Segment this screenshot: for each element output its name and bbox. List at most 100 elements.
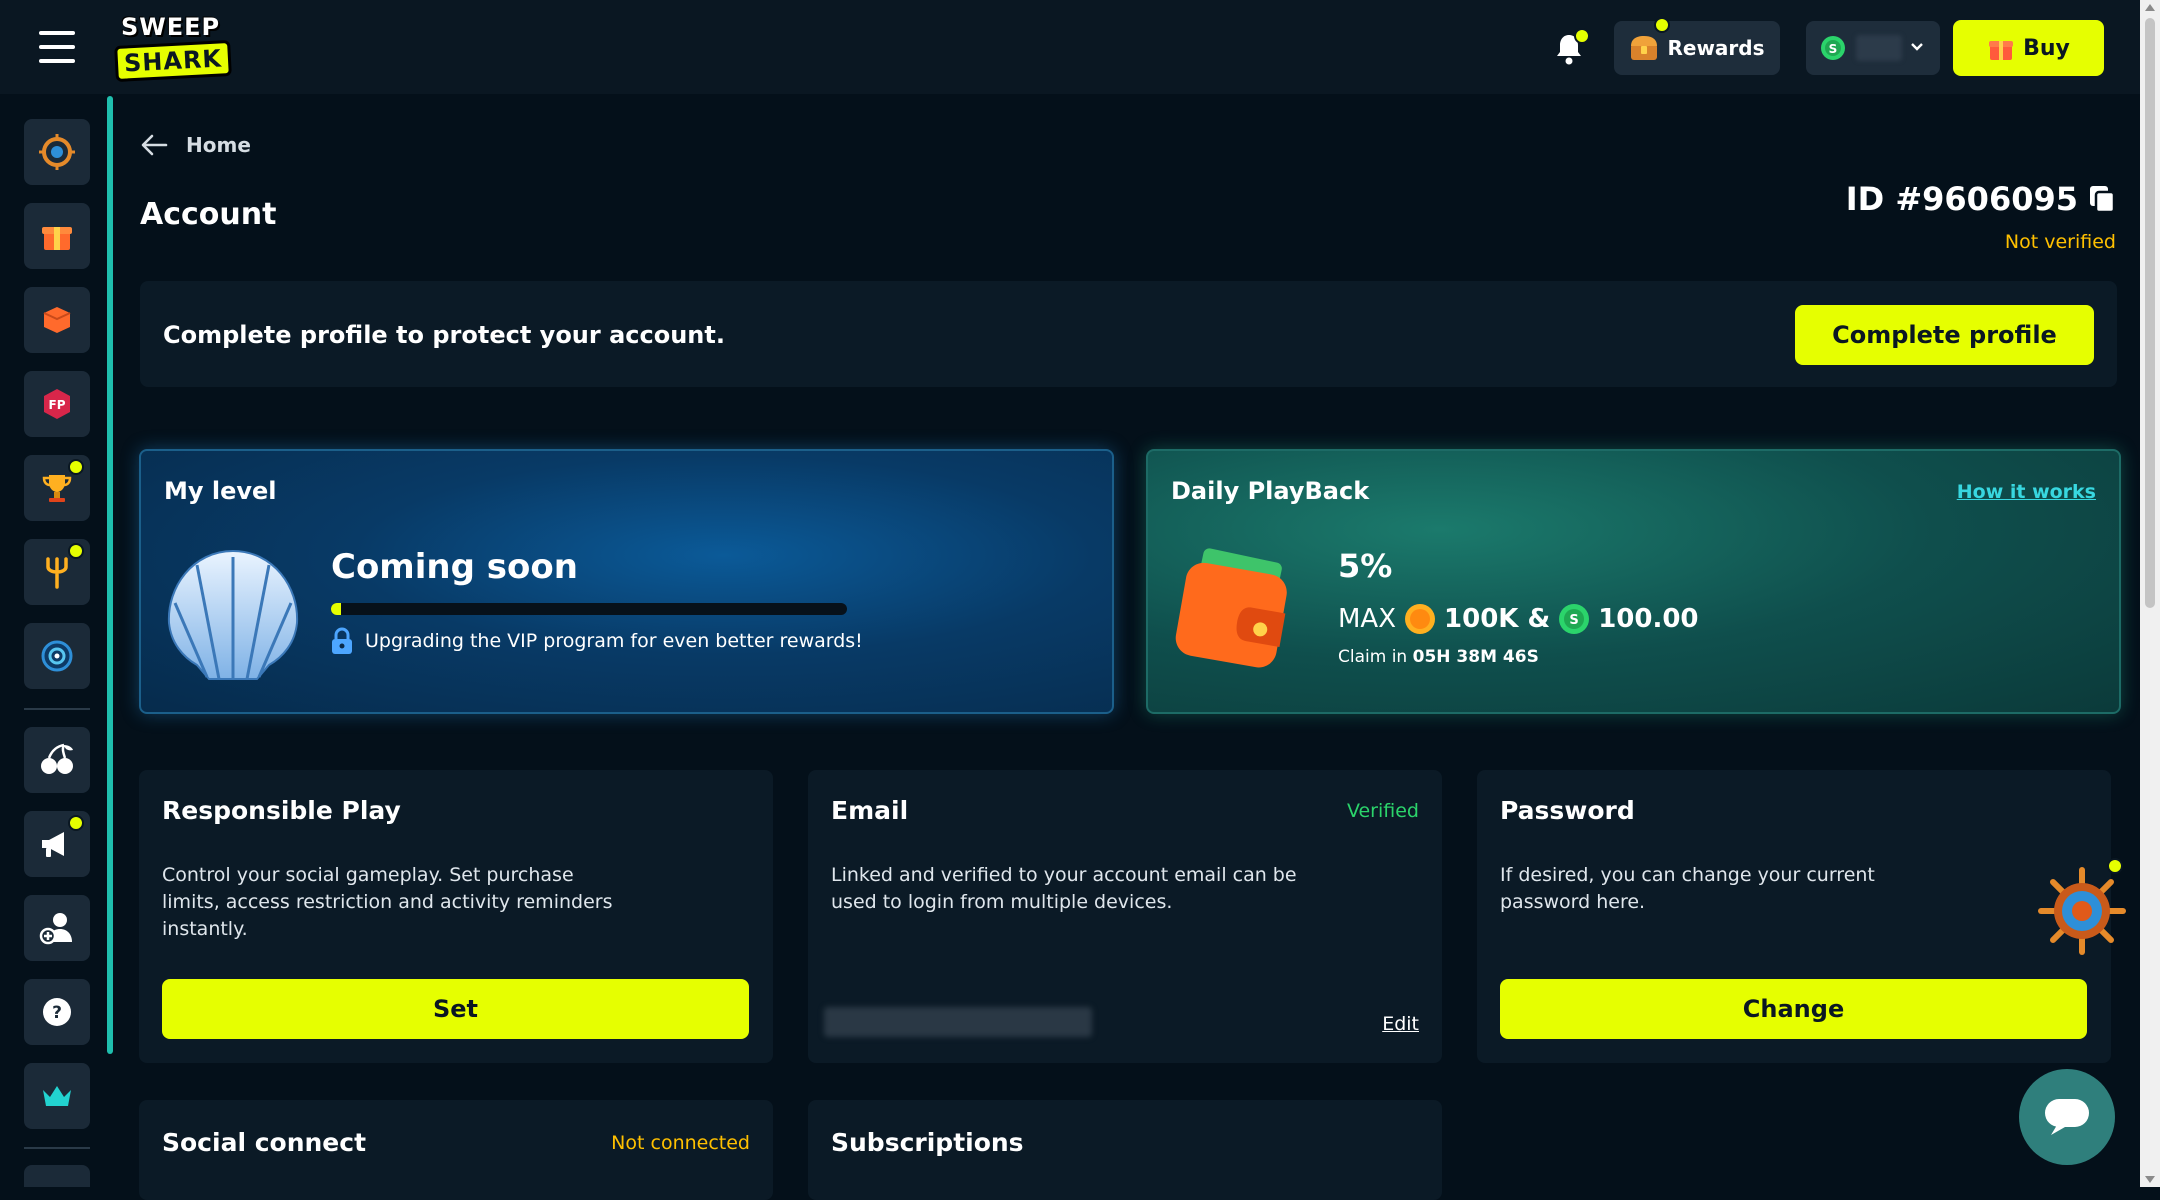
- password-description: If desired, you can change your current …: [1500, 864, 1875, 913]
- logo[interactable]: SWEEP SHARK: [114, 13, 232, 83]
- sidebar-item-help[interactable]: ?: [24, 979, 90, 1045]
- gift-icon: [1989, 41, 2014, 60]
- sidebar-item-slots[interactable]: [24, 727, 90, 793]
- social-connect-card: Social connect Not connected: [139, 1100, 773, 1200]
- playback-gold-amount: 100K &: [1444, 604, 1551, 634]
- wallet-icon: [1175, 548, 1287, 668]
- rewards-button[interactable]: Rewards: [1614, 17, 1780, 75]
- sidebar-item-box[interactable]: [24, 287, 90, 353]
- page-title: Account: [140, 197, 277, 232]
- playback-sweep-amount: 100.00: [1598, 604, 1699, 634]
- edit-email-link[interactable]: Edit: [1382, 1013, 1419, 1035]
- svg-text:S: S: [1829, 42, 1838, 56]
- how-it-works-link[interactable]: How it works: [1957, 481, 2096, 503]
- scrollbar-thumb[interactable]: [2145, 18, 2155, 608]
- email-card: Email Verified Linked and verified to yo…: [808, 770, 1442, 1063]
- sidebar-item-gift[interactable]: [24, 203, 90, 269]
- responsible-play-title: Responsible Play: [162, 796, 401, 825]
- cherries-icon: [41, 743, 73, 774]
- playback-title: Daily PlayBack: [1171, 477, 1370, 505]
- arrow-left-icon[interactable]: [140, 133, 168, 157]
- orange-box-icon: [43, 307, 71, 333]
- vip-note: Upgrading the VIP program for even bette…: [331, 627, 863, 655]
- megaphone-icon: [42, 832, 64, 857]
- treasure-chest-icon: [1631, 36, 1658, 60]
- helm-wheel-icon: [39, 134, 75, 170]
- menu-icon[interactable]: [39, 31, 75, 63]
- sidebar-item-fp[interactable]: FP: [24, 371, 90, 437]
- logo-line2: SHARK: [114, 39, 232, 83]
- bell-icon[interactable]: [1553, 28, 1590, 66]
- svg-text:S: S: [1570, 613, 1579, 628]
- banner-text: Complete profile to protect your account…: [163, 321, 725, 349]
- notification-dot: [1574, 28, 1590, 44]
- scrollbar[interactable]: [2140, 0, 2160, 1187]
- scroll-up-icon[interactable]: [2145, 4, 2155, 11]
- daily-playback-card: Daily PlayBack How it works 5% MAX 100K …: [1146, 449, 2121, 714]
- breadcrumb-home[interactable]: Home: [186, 133, 251, 157]
- rewards-dot: [1654, 17, 1670, 33]
- trophy-dot: [68, 459, 84, 475]
- sidebar-separator: [24, 1147, 90, 1149]
- social-connect-status: Not connected: [611, 1132, 750, 1154]
- playback-percent: 5%: [1338, 547, 1393, 585]
- add-user-icon: [39, 913, 72, 945]
- sidebar-item-trident[interactable]: [24, 539, 90, 605]
- password-title: Password: [1500, 796, 1635, 825]
- sweep-coin-icon: S: [1559, 604, 1590, 634]
- complete-profile-button[interactable]: Complete profile: [1795, 305, 2094, 365]
- svg-text:FP: FP: [49, 398, 66, 412]
- buy-label: Buy: [2023, 35, 2070, 61]
- balance-selector[interactable]: S: [1806, 21, 1940, 75]
- responsible-play-card: Responsible Play Control your social gam…: [139, 770, 773, 1063]
- breadcrumb[interactable]: Home: [140, 133, 251, 157]
- sidebar-item-promotions[interactable]: [24, 811, 90, 877]
- crown-icon: [43, 1086, 71, 1106]
- sidebar-accent: [107, 96, 113, 1054]
- claim-timer: 05H 38M 46S: [1412, 647, 1539, 667]
- lock-icon: [332, 627, 352, 654]
- level-progress-bar: [331, 603, 847, 615]
- balance-value-hidden: [1856, 35, 1902, 61]
- account-id-label: ID #9606095: [1845, 180, 2078, 218]
- chevron-down-icon: [1911, 43, 1923, 51]
- email-description: Linked and verified to your account emai…: [831, 864, 1297, 913]
- playback-max-label: MAX: [1338, 604, 1397, 634]
- scroll-down-icon[interactable]: [2145, 1176, 2155, 1183]
- vip-note-text: Upgrading the VIP program for even bette…: [365, 630, 863, 652]
- target-icon: [41, 640, 73, 672]
- svg-text:?: ?: [52, 1003, 62, 1023]
- password-card: Password If desired, you can change your…: [1477, 770, 2126, 1063]
- password-dot: [2107, 858, 2123, 874]
- helm-wheel-icon: [2038, 867, 2126, 955]
- trident-icon: [46, 557, 68, 589]
- my-level-title: My level: [164, 477, 277, 505]
- promotions-dot: [68, 815, 84, 831]
- sidebar-item-more[interactable]: [24, 1165, 90, 1187]
- email-address-hidden: [824, 1007, 1092, 1037]
- sidebar-item-vip[interactable]: [24, 1063, 90, 1129]
- account-id: ID #9606095: [1846, 180, 2116, 218]
- gold-coin-icon: [1405, 604, 1436, 634]
- sidebar-item-target[interactable]: [24, 623, 90, 689]
- sidebar-item-trophy[interactable]: [24, 455, 90, 521]
- subscriptions-card: Subscriptions: [808, 1100, 1442, 1200]
- rewards-label: Rewards: [1667, 36, 1765, 60]
- level-status: Coming soon: [331, 547, 578, 587]
- sweep-coin-icon: S: [1821, 36, 1845, 60]
- buy-button[interactable]: Buy: [1953, 20, 2104, 76]
- logo-line1: SWEEP: [121, 13, 221, 41]
- copy-icon[interactable]: [2088, 184, 2116, 214]
- sidebar-item-refer[interactable]: [24, 895, 90, 961]
- sidebar-item-helm[interactable]: [24, 119, 90, 185]
- social-connect-title: Social connect: [162, 1128, 367, 1157]
- seashell-icon: [167, 549, 299, 680]
- trophy-icon: [42, 475, 72, 502]
- chat-icon: [2045, 1099, 2089, 1135]
- chat-button[interactable]: [2019, 1069, 2115, 1165]
- change-password-button[interactable]: Change: [1500, 979, 2087, 1039]
- gift-icon: [42, 227, 72, 250]
- email-title: Email: [831, 796, 909, 825]
- responsible-play-description: Control your social gameplay. Set purcha…: [162, 864, 613, 940]
- set-button[interactable]: Set: [162, 979, 749, 1039]
